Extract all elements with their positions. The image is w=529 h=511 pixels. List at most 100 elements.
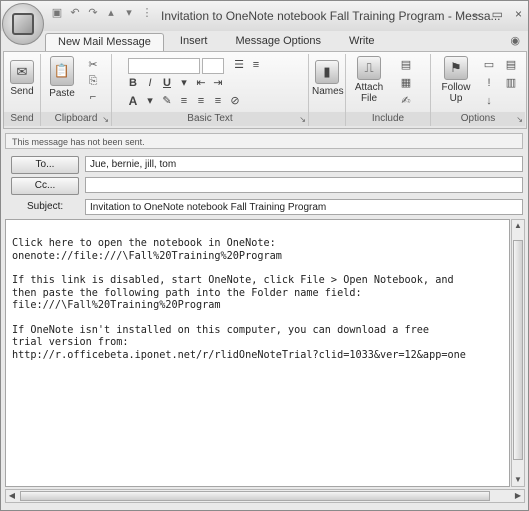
to-button[interactable]: To... — [11, 156, 79, 174]
ribbon: ✉ Send Send 📋 Paste ✂ ⎘ ⌐ Clipboard ↘ ☰ — [3, 51, 527, 129]
font-color-dropdown-icon[interactable]: ▾ — [143, 94, 157, 108]
format-buttons-row-2: A ▾ ✎ ≡ ≡ ≡ ⊘ — [126, 94, 242, 108]
include-group-name: Include — [371, 113, 405, 124]
format-painter-icon[interactable]: ⌐ — [85, 90, 101, 104]
names-group: ▮ Names — [309, 54, 346, 126]
send-group-label: Send — [4, 112, 40, 126]
low-importance-icon[interactable]: ↓ — [481, 94, 497, 108]
align-center-icon[interactable]: ≡ — [194, 94, 208, 108]
tab-write[interactable]: Write — [337, 33, 386, 51]
align-left-icon[interactable]: ≡ — [177, 94, 191, 108]
options-icon-2[interactable]: ▥ — [503, 76, 519, 90]
bold-icon[interactable]: B — [126, 76, 140, 90]
increase-indent-icon[interactable]: ⇥ — [211, 76, 225, 90]
send-button-label: Send — [10, 86, 34, 97]
attach-file-label: Attach File — [354, 82, 384, 104]
cc-button[interactable]: Cc... — [11, 177, 79, 195]
options-group-name: Options — [460, 113, 496, 124]
message-body[interactable]: Click here to open the notebook in OneNo… — [5, 219, 510, 487]
follow-up-label: Follow Up — [441, 82, 471, 104]
underline-dropdown-icon[interactable]: ▾ — [177, 76, 191, 90]
decrease-indent-icon[interactable]: ⇤ — [194, 76, 208, 90]
quick-access-toolbar: ▣ ↶ ↷ ▴ ▾ ⋮ — [51, 7, 153, 19]
vertical-scroll-thumb[interactable] — [513, 240, 523, 460]
align-right-icon[interactable]: ≡ — [211, 94, 225, 108]
body-line: If OneNote isn't installed on this compu… — [12, 324, 430, 336]
tab-insert[interactable]: Insert — [168, 33, 220, 51]
scroll-left-icon[interactable]: ◀ — [6, 490, 18, 502]
italic-icon[interactable]: I — [143, 76, 157, 90]
send-button[interactable]: ✉ Send — [8, 60, 36, 97]
underline-icon[interactable]: U — [160, 76, 174, 90]
save-icon[interactable]: ▣ — [51, 7, 63, 19]
subject-label: Subject: — [27, 201, 64, 212]
scroll-right-icon[interactable]: ▶ — [512, 490, 524, 502]
copy-icon[interactable]: ⎘ — [85, 74, 101, 88]
clipboard-group-name: Clipboard — [54, 113, 98, 124]
calendar-icon[interactable]: ▦ — [398, 76, 414, 90]
redo-icon[interactable]: ↷ — [87, 7, 99, 19]
subject-field[interactable]: Invitation to OneNote notebook Fall Trai… — [85, 199, 523, 215]
options-group: ⚑ Follow Up ▭ ! ↓ ▤ ▥ Options ↘ — [431, 54, 525, 126]
title-bar: ▣ ↶ ↷ ▴ ▾ ⋮ Invitation to OneNote notebo… — [1, 1, 528, 31]
close-button[interactable]: × — [515, 7, 522, 21]
numbering-icon[interactable]: ≡ — [249, 58, 263, 72]
window-controls: – ▭ × — [473, 7, 522, 21]
font-size-combo[interactable] — [202, 58, 224, 74]
trial-link[interactable]: http://r.officebeta.iponet.net/r/rlidOne… — [12, 350, 466, 361]
onenote-link[interactable]: onenote://file:///\Fall%20Training%20Pro… — [12, 251, 282, 262]
clear-format-icon[interactable]: ⊘ — [228, 94, 242, 108]
font-combo[interactable] — [128, 58, 200, 74]
names-button[interactable]: ▮ Names — [312, 60, 344, 97]
clipboard-group-label: Clipboard — [41, 112, 111, 126]
to-field[interactable]: Jue, bernie, jill, tom — [85, 156, 523, 172]
undo-icon[interactable]: ↶ — [69, 7, 81, 19]
tab-message-options[interactable]: Message Options — [223, 33, 333, 51]
body-line: trial version from: — [12, 337, 129, 348]
cc-field[interactable] — [85, 177, 523, 193]
vertical-scrollbar[interactable]: ▲ ▼ — [511, 219, 525, 487]
horizontal-scroll-thumb[interactable] — [20, 491, 490, 501]
names-button-label: Names — [312, 86, 344, 97]
cut-icon[interactable]: ✂ — [85, 58, 101, 72]
tab-new-mail-message[interactable]: New Mail Message — [45, 33, 164, 51]
options-launcher-icon[interactable]: ↘ — [516, 115, 523, 124]
list-buttons: ☰ ≡ — [232, 58, 263, 72]
scroll-down-icon[interactable]: ▼ — [512, 474, 524, 486]
bullets-icon[interactable]: ☰ — [232, 58, 246, 72]
body-line: then paste the following path into the F… — [12, 287, 362, 299]
clipboard-group: 📋 Paste ✂ ⎘ ⌐ Clipboard ↘ — [41, 54, 112, 126]
address-book-icon: ▮ — [315, 60, 339, 84]
maximize-button[interactable]: ▭ — [492, 7, 503, 21]
down-arrow-icon[interactable]: ▾ — [123, 7, 135, 19]
follow-up-button[interactable]: ⚑ Follow Up — [437, 56, 475, 104]
attach-file-button[interactable]: ⎍ Attach File — [352, 56, 386, 104]
paste-button-label: Paste — [49, 88, 75, 99]
highlight-icon[interactable]: ✎ — [160, 94, 174, 108]
clipboard-launcher-icon[interactable]: ↘ — [102, 115, 109, 124]
font-color-icon[interactable]: A — [126, 94, 140, 108]
signature-icon[interactable]: ✍ — [398, 94, 414, 108]
office-button[interactable] — [2, 3, 44, 45]
include-group: ⎍ Attach File ▤ ▦ ✍ Include — [346, 54, 431, 126]
help-icon[interactable]: ◉ — [510, 34, 520, 47]
attach-item-icon[interactable]: ▤ — [398, 58, 414, 72]
send-icon: ✉ — [10, 60, 34, 84]
scroll-up-icon[interactable]: ▲ — [512, 220, 524, 232]
send-group: ✉ Send Send — [4, 54, 41, 126]
flag-icon: ⚑ — [444, 56, 468, 80]
high-importance-icon[interactable]: ! — [481, 76, 497, 90]
horizontal-scrollbar[interactable]: ◀ ▶ — [5, 489, 525, 503]
basic-text-launcher-icon[interactable]: ↘ — [299, 115, 306, 124]
minimize-button[interactable]: – — [473, 7, 480, 21]
options-icon-1[interactable]: ▤ — [503, 58, 519, 72]
office-logo-icon — [12, 13, 34, 35]
paste-button[interactable]: 📋 Paste — [47, 56, 77, 99]
up-arrow-icon[interactable]: ▴ — [105, 7, 117, 19]
basic-text-group-label: Basic Text — [112, 112, 308, 126]
body-line: Click here to open the notebook in OneNo… — [12, 238, 276, 249]
customize-icon[interactable]: ⋮ — [141, 7, 153, 19]
body-paragraph-2: If this link is disabled, start OneNote,… — [12, 275, 509, 313]
info-bar: This message has not been sent. — [5, 133, 523, 149]
permission-icon[interactable]: ▭ — [481, 58, 497, 72]
